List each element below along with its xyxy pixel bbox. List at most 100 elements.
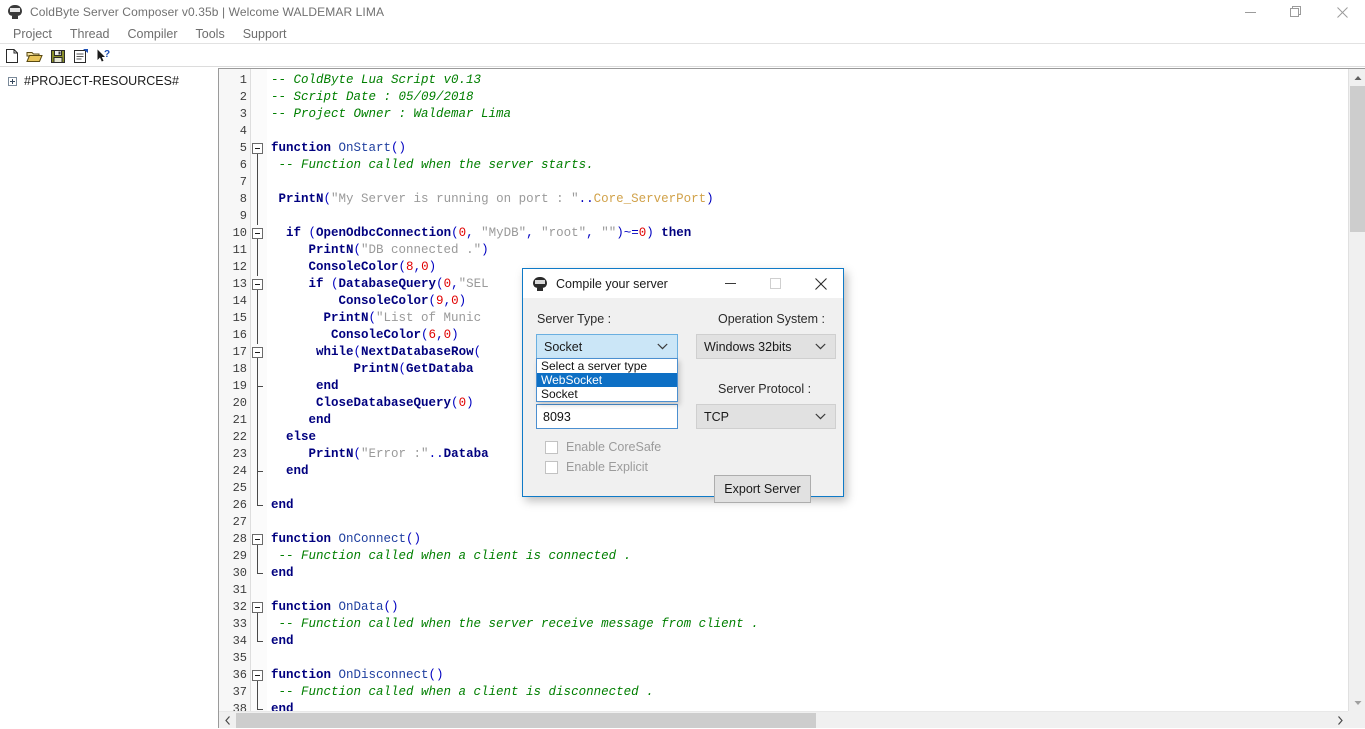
- line-number: 13: [219, 276, 247, 293]
- server-type-combobox[interactable]: Socket: [536, 334, 678, 359]
- window-close-button[interactable]: [1319, 0, 1365, 24]
- chevron-down-icon: [657, 343, 668, 350]
- editor-vertical-scrollbar[interactable]: [1348, 69, 1365, 711]
- menu-item-thread[interactable]: Thread: [61, 25, 119, 43]
- code-line: 2-- Script Date : 05/09/2018: [219, 89, 1348, 106]
- code-text: function OnData(): [271, 599, 399, 616]
- editor-horizontal-scroll-thumb[interactable]: [236, 713, 816, 728]
- fold-connector: [257, 293, 258, 310]
- code-line: 10 if (OpenOdbcConnection(0, "MyDB", "ro…: [219, 225, 1348, 242]
- open-folder-icon[interactable]: [23, 45, 46, 67]
- scroll-left-arrow-icon[interactable]: [219, 712, 236, 729]
- tree-item-project-resources[interactable]: #PROJECT-RESOURCES#: [0, 72, 218, 90]
- enable-coresafe-checkbox-row[interactable]: Enable CoreSafe: [545, 440, 661, 454]
- fold-end-branch: [257, 505, 263, 506]
- new-file-icon[interactable]: [0, 45, 23, 67]
- code-line: 5 function OnStart(): [219, 140, 1348, 157]
- line-number: 32: [219, 599, 247, 616]
- line-number: 22: [219, 429, 247, 446]
- line-number: 9: [219, 208, 247, 225]
- fold-connector: [257, 684, 258, 701]
- scroll-down-arrow-icon[interactable]: [1349, 694, 1365, 711]
- code-text: PrintN("My Server is running on port : "…: [271, 191, 714, 208]
- server-type-label: Server Type :: [537, 312, 611, 326]
- dropdown-option-2[interactable]: Socket: [537, 387, 677, 401]
- properties-icon[interactable]: [69, 45, 92, 67]
- code-fold-collapse-icon[interactable]: [252, 670, 263, 681]
- window-minimize-button[interactable]: [1227, 0, 1273, 24]
- save-disk-icon[interactable]: [46, 45, 69, 67]
- dropdown-option-0[interactable]: Select a server type: [537, 359, 677, 373]
- code-text: end: [271, 463, 309, 480]
- export-server-button[interactable]: Export Server: [714, 475, 811, 503]
- dropdown-option-1[interactable]: WebSocket: [537, 373, 677, 387]
- enable-coresafe-checkbox[interactable]: [545, 441, 558, 454]
- code-fold-collapse-icon[interactable]: [252, 602, 263, 613]
- menu-bar: Project Thread Compiler Tools Support: [0, 24, 1365, 44]
- enable-coresafe-label: Enable CoreSafe: [566, 440, 661, 454]
- code-fold-collapse-icon[interactable]: [252, 143, 263, 154]
- editor-vertical-scroll-thumb[interactable]: [1350, 86, 1365, 232]
- code-text: function OnStart(): [271, 140, 406, 157]
- scroll-up-arrow-icon[interactable]: [1349, 69, 1365, 86]
- dialog-monitor-icon: [532, 276, 548, 292]
- fold-branch: [257, 386, 263, 387]
- line-number: 4: [219, 123, 247, 140]
- code-text: end: [271, 701, 294, 711]
- fold-connector: [257, 616, 258, 633]
- fold-connector: [257, 208, 258, 225]
- window-title-bar: ColdByte Server Composer v0.35b | Welcom…: [0, 0, 1365, 24]
- window-restore-button[interactable]: [1273, 0, 1319, 24]
- project-resources-panel: #PROJECT-RESOURCES#: [0, 68, 218, 728]
- line-number: 2: [219, 89, 247, 106]
- server-port-input[interactable]: 8093: [536, 404, 678, 429]
- code-line: 36function OnDisconnect(): [219, 667, 1348, 684]
- enable-explicit-checkbox-row[interactable]: Enable Explicit: [545, 460, 648, 474]
- line-number: 12: [219, 259, 247, 276]
- help-pointer-icon[interactable]: ?: [92, 45, 115, 67]
- code-fold-collapse-icon[interactable]: [252, 279, 263, 290]
- dialog-minimize-button[interactable]: [708, 269, 753, 298]
- dialog-maximize-button: [753, 269, 798, 298]
- scrollbar-corner: [1348, 711, 1365, 728]
- line-number: 14: [219, 293, 247, 310]
- code-text: end: [271, 565, 294, 582]
- menu-item-project[interactable]: Project: [4, 25, 61, 43]
- code-text: PrintN("DB connected ."): [271, 242, 489, 259]
- line-number: 5: [219, 140, 247, 157]
- line-number: 27: [219, 514, 247, 531]
- line-number: 20: [219, 395, 247, 412]
- enable-explicit-checkbox[interactable]: [545, 461, 558, 474]
- server-type-dropdown-list[interactable]: Select a server type WebSocket Socket: [536, 358, 678, 402]
- server-protocol-label: Server Protocol :: [718, 382, 811, 396]
- code-text: end: [271, 378, 339, 395]
- dialog-close-button[interactable]: [798, 269, 843, 298]
- fold-connector: [257, 310, 258, 327]
- code-line: 6 -- Function called when the server sta…: [219, 157, 1348, 174]
- dialog-body: Server Type : Socket Select a server typ…: [523, 298, 843, 496]
- code-fold-collapse-icon[interactable]: [252, 534, 263, 545]
- code-line: 27: [219, 514, 1348, 531]
- code-text: end: [271, 497, 294, 514]
- line-number: 21: [219, 412, 247, 429]
- code-text: function OnDisconnect(): [271, 667, 444, 684]
- editor-horizontal-scrollbar[interactable]: [219, 711, 1348, 728]
- code-text: ConsoleColor(9,0): [271, 293, 466, 310]
- operation-system-combobox[interactable]: Windows 32bits: [696, 334, 836, 359]
- server-protocol-combobox[interactable]: TCP: [696, 404, 836, 429]
- scroll-right-arrow-icon[interactable]: [1331, 712, 1348, 729]
- tree-expand-plus-icon[interactable]: [8, 77, 17, 86]
- line-number: 37: [219, 684, 247, 701]
- code-line: 30end: [219, 565, 1348, 582]
- menu-item-compiler[interactable]: Compiler: [119, 25, 187, 43]
- menu-item-support[interactable]: Support: [234, 25, 296, 43]
- dialog-title-bar: Compile your server: [523, 269, 843, 298]
- menu-item-tools[interactable]: Tools: [187, 25, 234, 43]
- tree-item-label: #PROJECT-RESOURCES#: [24, 74, 179, 88]
- code-fold-collapse-icon[interactable]: [252, 347, 263, 358]
- code-text: -- Function called when the server recei…: [271, 616, 759, 633]
- line-number: 10: [219, 225, 247, 242]
- code-fold-collapse-icon[interactable]: [252, 228, 263, 239]
- fold-connector: [257, 429, 258, 446]
- code-text: ConsoleColor(6,0): [271, 327, 459, 344]
